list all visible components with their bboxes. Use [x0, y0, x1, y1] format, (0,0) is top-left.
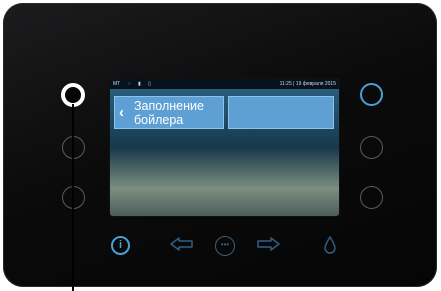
user-icon: ▮ [138, 81, 141, 87]
display-screen: MT ◌ ▮ ▯ 11:25 | 19 февраля 2015 ‹ Запол… [110, 79, 339, 216]
tile-fill-boiler[interactable]: ‹ Заполнение бойлера [114, 96, 224, 129]
signal-icon: ◌ [127, 81, 131, 87]
chevron-left-icon[interactable]: ‹ [119, 105, 124, 120]
info-icon[interactable]: i [111, 236, 130, 255]
drop-icon[interactable] [324, 236, 336, 254]
arrow-right-icon[interactable] [256, 236, 281, 252]
tile-title: Заполнение бойлера [134, 99, 204, 127]
status-icons: MT ◌ ▮ ▯ [113, 79, 157, 89]
menu-dots-icon[interactable]: ••• [215, 236, 235, 256]
right-button-3[interactable] [360, 186, 383, 209]
status-bar: MT ◌ ▮ ▯ 11:25 | 19 февраля 2015 [110, 79, 339, 89]
arrow-left-icon[interactable] [169, 236, 194, 252]
battery-icon: ▯ [148, 81, 151, 87]
control-panel: MT ◌ ▮ ▯ 11:25 | 19 февраля 2015 ‹ Запол… [3, 3, 437, 287]
right-button-2[interactable] [360, 136, 383, 159]
right-button-1[interactable] [360, 83, 383, 106]
callout-line [72, 104, 74, 291]
tile-empty[interactable] [228, 96, 334, 129]
time-date: 11:25 | 19 февраля 2015 [279, 81, 336, 87]
status-left-text: MT [113, 81, 121, 87]
